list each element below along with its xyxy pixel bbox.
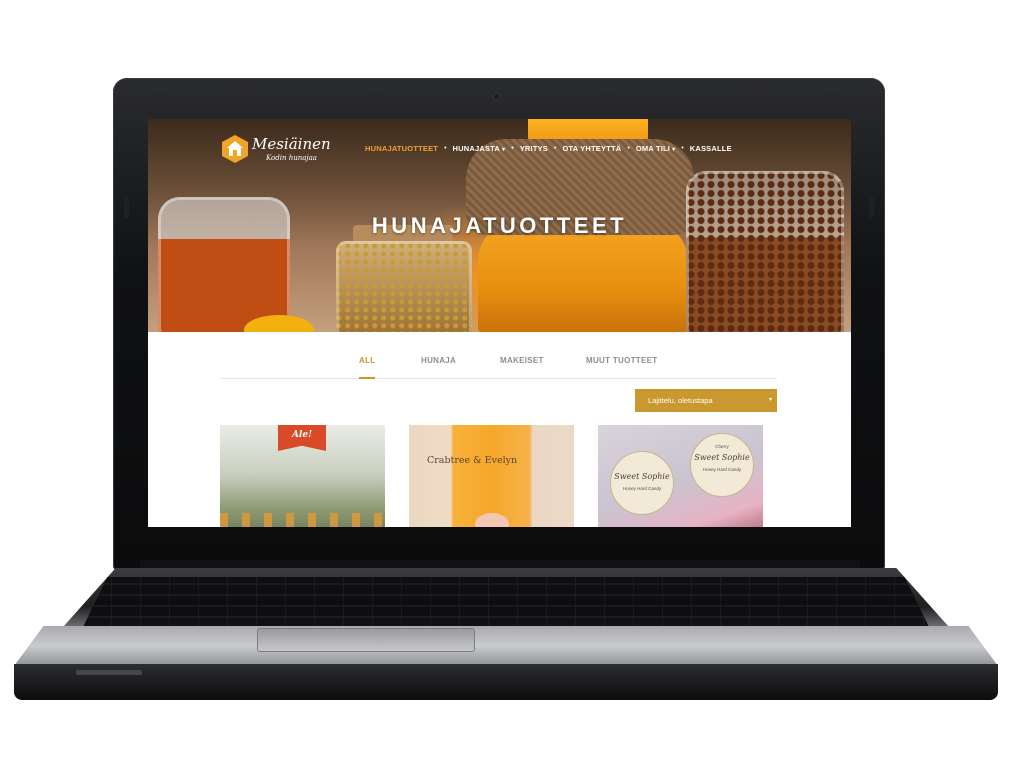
candy-title: Sweet Sophie: [614, 472, 670, 481]
house-icon: [222, 135, 248, 163]
hero-banner: Mesiäinen Kodin hunajaa HUNAJATUOTTEET •…: [148, 119, 851, 332]
site-logo[interactable]: Mesiäinen Kodin hunajaa: [220, 132, 331, 168]
main-nav: HUNAJATUOTTEET • HUNAJASTA ▾ • YRITYS • O…: [365, 144, 732, 153]
nav-item-oma-tili[interactable]: OMA TILI ▾: [636, 144, 675, 153]
laptop-slot: [76, 670, 142, 675]
nav-item-yritys[interactable]: YRITYS: [520, 144, 548, 153]
product-image: [220, 513, 385, 527]
nav-separator: •: [681, 145, 684, 152]
tab-makeiset[interactable]: MAKEISET: [500, 356, 544, 365]
lid-bumper: [124, 196, 129, 218]
hero-jar-image: [686, 171, 844, 332]
laptop-base: [14, 664, 998, 700]
nav-item-hunajatuotteet[interactable]: HUNAJATUOTTEET: [365, 144, 438, 153]
lid-bumper: [869, 196, 874, 218]
nav-item-label: HUNAJASTA: [452, 144, 501, 153]
product-image: Cherry Sweet Sophie Honey Hard Candy: [690, 433, 754, 497]
tab-hunaja[interactable]: HUNAJA: [421, 356, 456, 365]
active-tab-indicator: [359, 377, 375, 379]
nav-item-hunajasta[interactable]: HUNAJASTA ▾: [453, 144, 506, 153]
laptop-keyboard: [82, 577, 930, 629]
lid-vent: [823, 86, 843, 89]
product-image: Sweet Sophie Honey Hard Candy: [610, 451, 674, 515]
nav-item-kassalle[interactable]: KASSALLE: [690, 144, 732, 153]
laptop-screen: Mesiäinen Kodin hunajaa HUNAJATUOTTEET •…: [148, 119, 851, 527]
sale-badge: Ale!: [278, 425, 326, 451]
lid-vent: [600, 86, 620, 89]
lid-vent: [150, 86, 172, 89]
nav-item-label: OMA TILI: [635, 144, 671, 153]
chevron-down-icon: ▾: [672, 147, 676, 153]
tab-all[interactable]: ALL: [359, 356, 375, 365]
candy-subtitle: Honey Hard Candy: [702, 467, 742, 472]
laptop-palmrest: [14, 626, 998, 666]
product-card[interactable]: Crabtree & Evelyn: [409, 425, 574, 527]
nav-separator: •: [627, 145, 630, 152]
logo-tagline: Kodin hunajaa: [266, 154, 317, 162]
product-card[interactable]: Ale!: [220, 425, 385, 527]
nav-separator: •: [554, 145, 557, 152]
logo-name: Mesiäinen: [252, 135, 331, 153]
chevron-down-icon: ▾: [768, 397, 772, 403]
nav-separator: •: [444, 145, 447, 152]
product-image-label: Crabtree & Evelyn: [427, 455, 518, 466]
chevron-down-icon: ▾: [502, 147, 506, 153]
sort-selected-value: Lajittelu, oletustapa: [648, 396, 713, 405]
candy-title: Sweet Sophie: [694, 453, 750, 462]
nav-item-ota-yhteytta[interactable]: OTA YHTEYTTÄ: [562, 144, 621, 153]
tab-muut-tuotteet[interactable]: MUUT TUOTTEET: [586, 356, 657, 365]
sort-select[interactable]: Lajittelu, oletustapa ▾: [635, 389, 777, 412]
nav-separator: •: [511, 145, 514, 152]
lid-vent: [368, 86, 388, 89]
laptop-touchpad: [257, 628, 475, 652]
candy-flavor: Cherry: [715, 444, 729, 449]
page-title: HUNAJATUOTTEET: [371, 213, 628, 238]
webcam: [492, 92, 501, 101]
product-filter-tabs: ALL HUNAJA MAKEISET MUUT TUOTTEET: [220, 350, 777, 379]
candy-subtitle: Honey Hard Candy: [622, 486, 662, 491]
hero-jar-image: [336, 241, 472, 332]
product-image: [475, 513, 509, 527]
product-card[interactable]: Sweet Sophie Honey Hard Candy Cherry Swe…: [598, 425, 763, 527]
